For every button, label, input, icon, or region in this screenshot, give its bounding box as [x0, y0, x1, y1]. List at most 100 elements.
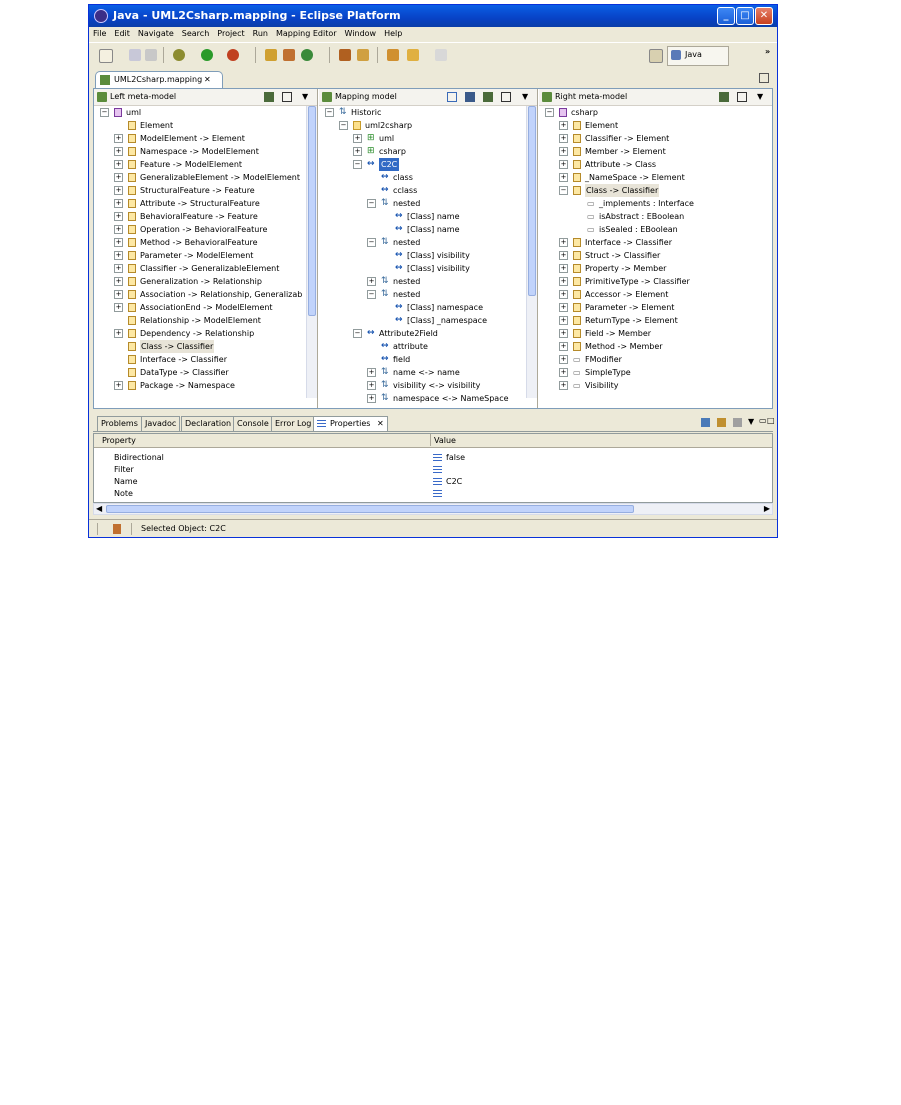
expand-icon[interactable]: +: [114, 251, 123, 260]
validate-icon[interactable]: [501, 92, 511, 102]
properties-hscrollbar[interactable]: ◀ ▶: [93, 503, 773, 515]
new-class-icon[interactable]: [283, 49, 295, 61]
tab-problems[interactable]: Problems: [97, 416, 142, 431]
expand-icon[interactable]: +: [114, 303, 123, 312]
back-icon[interactable]: [407, 49, 419, 61]
open-type-icon[interactable]: [339, 49, 351, 61]
menu-search[interactable]: Search: [178, 27, 213, 40]
property-row[interactable]: Name C2C: [94, 476, 772, 488]
property-value[interactable]: C2C: [446, 477, 462, 486]
expand-icon[interactable]: +: [114, 199, 123, 208]
new-interface-icon[interactable]: [301, 49, 313, 61]
collapse-icon[interactable]: −: [353, 160, 362, 169]
expand-icon[interactable]: +: [559, 121, 568, 130]
tab-console[interactable]: Console: [233, 416, 273, 431]
expand-icon[interactable]: +: [559, 160, 568, 169]
open-perspective-icon[interactable]: [649, 49, 663, 63]
expand-icon[interactable]: +: [559, 368, 568, 377]
view-menu-icon[interactable]: ▼: [757, 92, 763, 101]
categories-icon[interactable]: [701, 418, 710, 427]
expand-icon[interactable]: +: [559, 251, 568, 260]
debug-icon[interactable]: [173, 49, 185, 61]
scroll-thumb[interactable]: [106, 505, 634, 513]
property-row[interactable]: Bidirectional false: [94, 452, 772, 464]
tab-declaration[interactable]: Declaration: [181, 416, 236, 431]
external-tools-icon[interactable]: [227, 49, 239, 61]
column-property[interactable]: Property: [102, 436, 136, 445]
expand-icon[interactable]: +: [559, 277, 568, 286]
scroll-right-icon[interactable]: ▶: [764, 504, 770, 513]
maximize-view-icon[interactable]: □: [767, 416, 775, 425]
validate-icon[interactable]: [282, 92, 292, 102]
advanced-icon[interactable]: [717, 418, 726, 427]
collapse-icon[interactable]: −: [367, 199, 376, 208]
expand-icon[interactable]: +: [114, 212, 123, 221]
close-tab-icon[interactable]: ✕: [204, 75, 211, 84]
property-row[interactable]: Note: [94, 488, 772, 500]
expand-icon[interactable]: +: [559, 173, 568, 182]
expand-icon[interactable]: +: [114, 186, 123, 195]
last-edit-icon[interactable]: [387, 49, 399, 61]
hierarchy-icon[interactable]: [719, 92, 729, 102]
expand-icon[interactable]: +: [367, 394, 376, 403]
menu-window[interactable]: Window: [341, 27, 381, 40]
scroll-thumb[interactable]: [528, 106, 536, 296]
view-menu-icon[interactable]: ▼: [302, 92, 308, 101]
menu-run[interactable]: Run: [249, 27, 272, 40]
expand-icon[interactable]: +: [367, 277, 376, 286]
new-icon[interactable]: [99, 49, 113, 63]
expand-icon[interactable]: +: [559, 381, 568, 390]
expand-icon[interactable]: +: [559, 134, 568, 143]
tab-properties[interactable]: Properties ✕: [313, 416, 388, 431]
expand-icon[interactable]: +: [367, 381, 376, 390]
collapse-icon[interactable]: −: [325, 108, 334, 117]
new-package-icon[interactable]: [265, 49, 277, 61]
restore-default-icon[interactable]: [733, 418, 742, 427]
menu-mapping-editor[interactable]: Mapping Editor: [272, 27, 341, 40]
expand-icon[interactable]: +: [114, 160, 123, 169]
mapping-scrollbar[interactable]: [526, 106, 537, 398]
expand-icon[interactable]: +: [559, 342, 568, 351]
forward-icon[interactable]: [435, 49, 447, 61]
expand-icon[interactable]: +: [353, 147, 362, 156]
expand-icon[interactable]: +: [559, 264, 568, 273]
maximize-editor-icon[interactable]: [759, 73, 769, 83]
print-icon[interactable]: [145, 49, 157, 61]
property-value[interactable]: false: [446, 453, 465, 462]
expand-icon[interactable]: +: [114, 381, 123, 390]
expand-icon[interactable]: +: [559, 329, 568, 338]
expand-icon[interactable]: +: [114, 173, 123, 182]
column-value[interactable]: Value: [430, 434, 456, 446]
perspective-java[interactable]: Java: [667, 46, 729, 66]
expand-icon[interactable]: +: [559, 290, 568, 299]
menu-edit[interactable]: Edit: [110, 27, 134, 40]
editor-tab-uml2csharp[interactable]: UML2Csharp.mapping ✕: [95, 71, 223, 89]
hierarchy-icon[interactable]: [483, 92, 493, 102]
scroll-thumb[interactable]: [308, 106, 316, 316]
expand-icon[interactable]: +: [114, 147, 123, 156]
maximize-button[interactable]: □: [736, 7, 754, 25]
collapse-icon[interactable]: −: [367, 290, 376, 299]
expand-icon[interactable]: +: [559, 147, 568, 156]
title-bar[interactable]: Java - UML2Csharp.mapping - Eclipse Plat…: [89, 5, 777, 27]
expand-icon[interactable]: +: [114, 290, 123, 299]
expand-icon[interactable]: +: [114, 225, 123, 234]
expand-icon[interactable]: +: [114, 238, 123, 247]
close-button[interactable]: ✕: [755, 7, 773, 25]
layout-icon[interactable]: [465, 92, 475, 102]
menu-project[interactable]: Project: [213, 27, 248, 40]
hierarchy-icon[interactable]: [264, 92, 274, 102]
expand-icon[interactable]: +: [114, 277, 123, 286]
expand-icon[interactable]: +: [114, 134, 123, 143]
collapse-icon[interactable]: −: [559, 186, 568, 195]
validate-icon[interactable]: [737, 92, 747, 102]
scroll-left-icon[interactable]: ◀: [96, 504, 102, 513]
collapse-icon[interactable]: −: [367, 238, 376, 247]
left-scrollbar[interactable]: [306, 106, 317, 398]
property-row[interactable]: Filter: [94, 464, 772, 476]
tab-error-log[interactable]: Error Log: [271, 416, 316, 431]
expand-icon[interactable]: +: [559, 355, 568, 364]
collapse-icon[interactable]: −: [353, 329, 362, 338]
minimize-button[interactable]: _: [717, 7, 735, 25]
expand-icon[interactable]: +: [559, 316, 568, 325]
